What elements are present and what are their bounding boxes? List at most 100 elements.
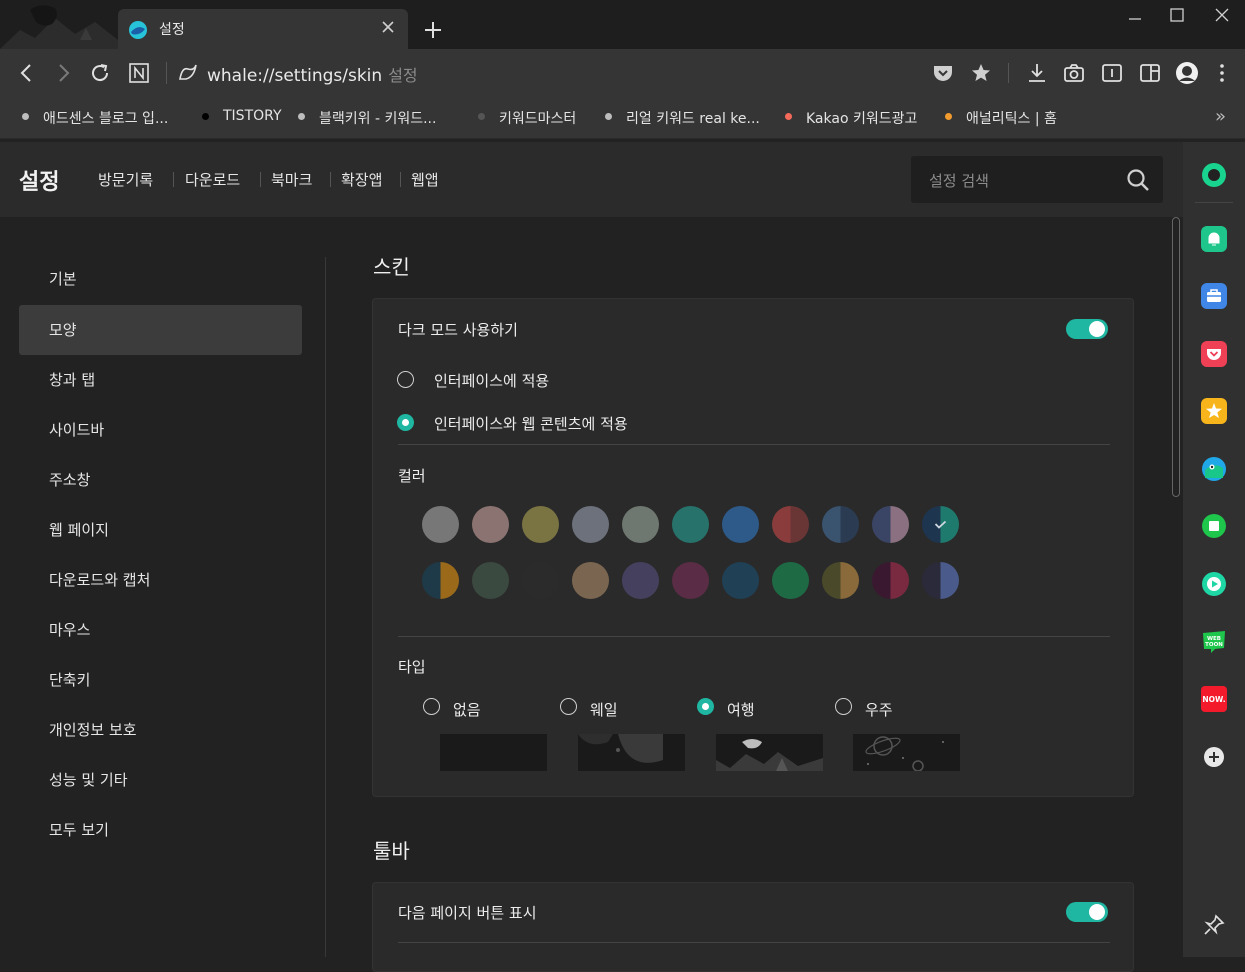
settings-search[interactable]: 설정 검색 [911, 156, 1163, 203]
color-swatch[interactable] [722, 562, 759, 599]
nav-separator [330, 172, 331, 187]
window-close-icon[interactable] [1211, 6, 1233, 26]
color-swatch[interactable] [872, 562, 909, 599]
color-swatch[interactable] [622, 506, 659, 543]
menu-item-label: 개인정보 보호 [49, 721, 137, 739]
apply-interface-radio[interactable] [397, 371, 414, 388]
reload-icon[interactable] [88, 61, 112, 85]
apply-interface-web-radio[interactable] [397, 414, 414, 431]
split-view-icon[interactable] [1138, 61, 1162, 85]
menu-item-mouse[interactable]: 마우스 [19, 605, 302, 655]
color-swatch[interactable] [922, 562, 959, 599]
color-swatch[interactable] [522, 506, 559, 543]
whale-site-icon[interactable] [176, 61, 200, 85]
menu-item-basic[interactable]: 기본 [19, 254, 302, 304]
url-field[interactable]: whale://settings/skin 설정 [207, 62, 418, 86]
nav-extensions[interactable]: 확장앱 [341, 169, 382, 190]
menu-item-address-bar[interactable]: 주소창 [19, 455, 302, 505]
address-bar: whale://settings/skin 설정 [0, 49, 1245, 97]
add-icon[interactable] [1201, 744, 1227, 770]
menu-item-download-capture[interactable]: 다운로드와 캡처 [19, 555, 302, 605]
bookmark-item[interactable]: 애드센스 블로그 입... [43, 108, 168, 128]
menu-item-windows-tabs[interactable]: 창과 탭 [19, 355, 302, 405]
pocket-save-icon[interactable] [931, 61, 955, 85]
bookmark-item[interactable]: Kakao 키워드광고 [806, 108, 917, 128]
color-swatch[interactable] [822, 506, 859, 543]
scrollbar[interactable] [1172, 217, 1180, 497]
browser-tab[interactable]: 설정 [118, 9, 408, 49]
profile-avatar-icon[interactable] [1175, 61, 1199, 85]
pin-icon[interactable] [1201, 912, 1227, 938]
search-icon[interactable] [1125, 167, 1151, 193]
forward-icon[interactable] [51, 61, 75, 85]
color-swatch[interactable] [522, 562, 559, 599]
color-swatch[interactable] [472, 506, 509, 543]
color-swatch[interactable] [772, 562, 809, 599]
type-space-radio[interactable] [835, 698, 852, 715]
close-tab-icon[interactable] [378, 17, 398, 37]
now-icon[interactable]: NOW. [1201, 686, 1227, 712]
nav-downloads[interactable]: 다운로드 [185, 169, 240, 190]
nav-bookmarks[interactable]: 북마크 [271, 169, 312, 190]
menu-item-view-all[interactable]: 모두 보기 [19, 805, 302, 855]
reader-mode-icon[interactable] [1100, 61, 1124, 85]
menu-item-performance[interactable]: 성능 및 기타 [19, 755, 302, 805]
color-swatch[interactable] [672, 562, 709, 599]
menu-item-web-page[interactable]: 웹 페이지 [19, 505, 302, 555]
color-swatch[interactable] [622, 562, 659, 599]
whale-space-icon[interactable] [1201, 162, 1227, 188]
webtoon-icon[interactable]: WEBTOON [1201, 628, 1227, 654]
tab-title: 설정 [159, 22, 185, 38]
color-swatch[interactable] [572, 562, 609, 599]
dark-mode-toggle[interactable] [1066, 319, 1108, 339]
favorites-icon[interactable] [1201, 398, 1227, 424]
type-travel-preview[interactable] [716, 734, 823, 771]
bookmark-star-icon[interactable] [969, 61, 993, 85]
green-square-icon[interactable] [1201, 513, 1227, 539]
color-swatch[interactable] [722, 506, 759, 543]
more-bookmarks-button[interactable]: » [1215, 106, 1226, 127]
nav-webapps[interactable]: 웹앱 [411, 169, 439, 190]
menu-item-privacy[interactable]: 개인정보 보호 [19, 705, 302, 755]
new-tab-icon[interactable] [422, 19, 444, 41]
papago-icon[interactable] [1201, 456, 1227, 482]
pocket-icon[interactable] [1201, 341, 1227, 367]
maximize-icon[interactable] [1166, 6, 1188, 26]
type-whale-preview[interactable] [578, 734, 685, 771]
player-icon[interactable] [1201, 571, 1227, 597]
color-swatch[interactable] [422, 506, 459, 543]
download-icon[interactable] [1025, 61, 1049, 85]
color-swatch[interactable] [672, 506, 709, 543]
back-icon[interactable] [15, 61, 39, 85]
next-page-toggle[interactable] [1066, 902, 1108, 922]
color-swatch[interactable] [822, 562, 859, 599]
bookmark-item[interactable]: 키워드마스터 [499, 108, 576, 128]
bookmark-item[interactable]: 애널리틱스 | 홈 [966, 108, 1057, 128]
color-swatch[interactable] [572, 506, 609, 543]
naver-icon[interactable] [127, 61, 151, 85]
color-swatch[interactable] [472, 562, 509, 599]
type-space-preview[interactable] [853, 734, 960, 771]
type-none-radio[interactable] [423, 698, 440, 715]
type-whale-radio[interactable] [560, 698, 577, 715]
minimize-icon[interactable] [1124, 6, 1146, 26]
color-swatch[interactable] [422, 562, 459, 599]
menu-item-appearance[interactable]: 모양 [19, 305, 302, 355]
type-none-preview[interactable] [440, 734, 547, 771]
nav-history[interactable]: 방문기록 [98, 169, 153, 190]
bookmark-item[interactable]: 리얼 키워드 real ke... [626, 108, 760, 128]
color-swatch[interactable] [872, 506, 909, 543]
capture-icon[interactable] [1062, 61, 1086, 85]
color-swatch[interactable] [922, 506, 959, 543]
toolbox-icon[interactable] [1201, 283, 1227, 309]
menu-item-sidebar[interactable]: 사이드바 [19, 405, 302, 455]
notification-icon[interactable] [1201, 226, 1227, 252]
bookmarks-bar: 애드센스 블로그 입... TISTORY 블랙키위 - 키워드... 키워드마… [0, 97, 1245, 139]
menu-kebab-icon[interactable] [1210, 61, 1234, 85]
type-travel-radio[interactable] [697, 698, 714, 715]
toolbar-separator [1008, 63, 1009, 83]
menu-item-shortcuts[interactable]: 단축키 [19, 655, 302, 705]
bookmark-item[interactable]: 블랙키위 - 키워드... [319, 108, 436, 128]
bookmark-item[interactable]: TISTORY [223, 108, 282, 124]
color-swatch[interactable] [772, 506, 809, 543]
